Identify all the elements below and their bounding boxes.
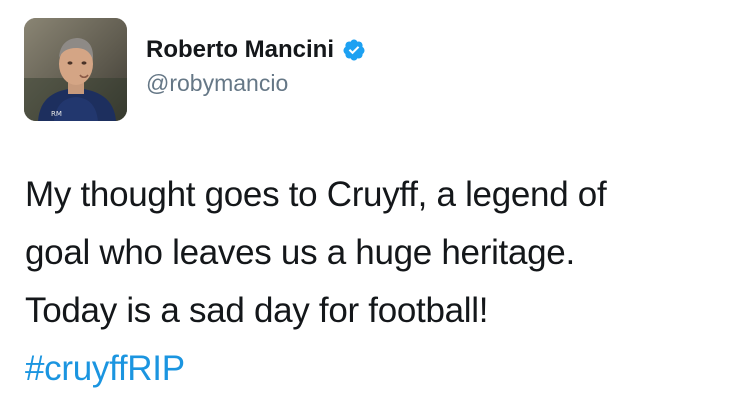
verified-badge-icon bbox=[342, 38, 366, 62]
tweet-text-line: goal who leaves us a huge heritage. bbox=[25, 233, 575, 272]
author-username[interactable]: @robymancio bbox=[146, 70, 366, 97]
author-avatar[interactable]: RM bbox=[24, 18, 127, 121]
author-display-name[interactable]: Roberto Mancini bbox=[146, 36, 334, 64]
tweet-text-line: Today is a sad day for football! bbox=[25, 291, 489, 330]
tweet-card: RM Roberto Mancini @robymancio My though… bbox=[0, 0, 750, 400]
tweet-text: My thought goes to Cruyff, a legend of g… bbox=[25, 166, 740, 398]
author-block: Roberto Mancini @robymancio bbox=[146, 34, 366, 97]
hashtag-link[interactable]: #cruyffRIP bbox=[25, 340, 740, 398]
profile-photo-icon: RM bbox=[24, 18, 127, 121]
name-row: Roberto Mancini bbox=[146, 34, 366, 66]
svg-text:RM: RM bbox=[51, 110, 62, 118]
tweet-text-line: My thought goes to Cruyff, a legend of bbox=[25, 175, 607, 214]
